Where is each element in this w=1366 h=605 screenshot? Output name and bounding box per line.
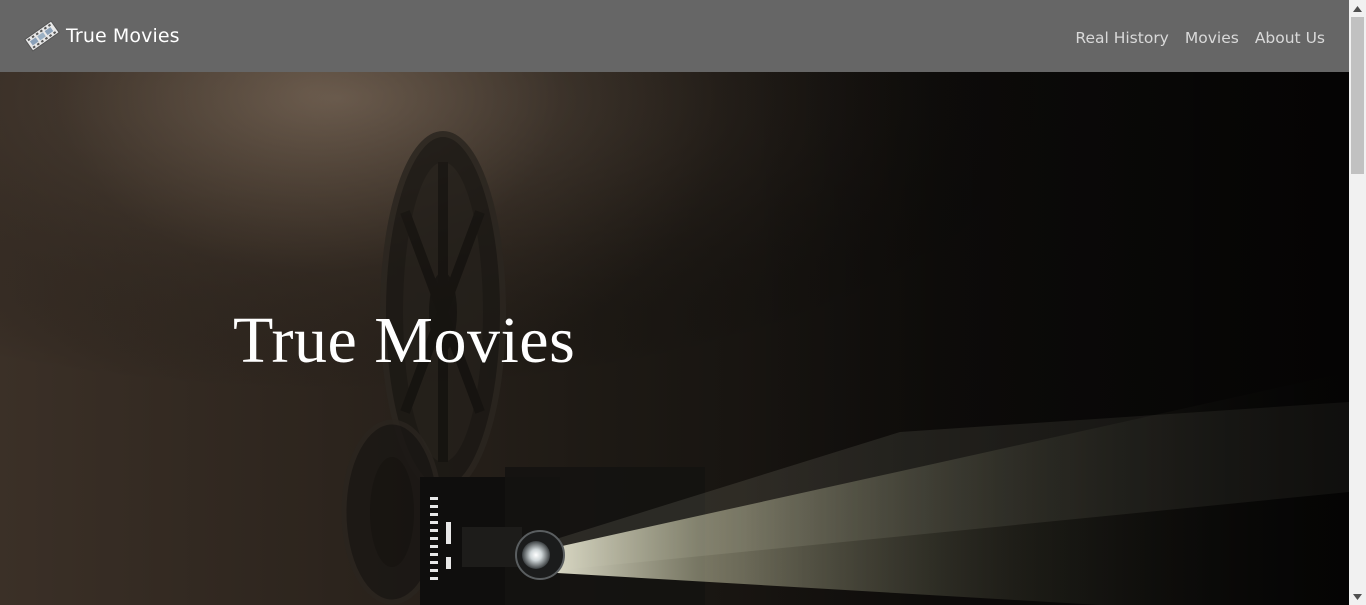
nav-link-about-us[interactable]: About Us bbox=[1255, 29, 1325, 47]
nav-item-about-us: About Us bbox=[1255, 29, 1325, 48]
nav-item-movies: Movies bbox=[1185, 29, 1239, 48]
scrollbar-thumb[interactable] bbox=[1351, 17, 1364, 174]
nav-link-movies[interactable]: Movies bbox=[1185, 29, 1239, 47]
page: True Movies Real History Movies About Us bbox=[0, 0, 1366, 605]
brand-title: True Movies bbox=[66, 24, 180, 47]
chevron-up-icon[interactable] bbox=[1349, 0, 1366, 17]
brand-link[interactable]: True Movies bbox=[24, 18, 180, 54]
film-projector-photo bbox=[0, 72, 1349, 605]
nav-item-real-history: Real History bbox=[1075, 29, 1168, 48]
page-scrollbar[interactable] bbox=[1349, 0, 1366, 605]
nav-links: Real History Movies About Us bbox=[1075, 29, 1325, 48]
hero-section: True Movies bbox=[0, 72, 1349, 605]
navbar: True Movies Real History Movies About Us bbox=[0, 0, 1349, 72]
nav-link-real-history[interactable]: Real History bbox=[1075, 29, 1168, 47]
hero-title: True Movies bbox=[233, 304, 576, 377]
chevron-down-icon[interactable] bbox=[1349, 588, 1366, 605]
film-reel-icon bbox=[24, 18, 60, 54]
